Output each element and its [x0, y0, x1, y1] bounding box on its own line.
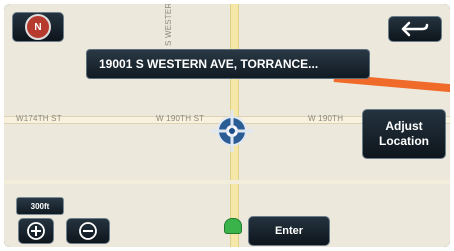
- zoom-out-button[interactable]: [66, 218, 110, 244]
- enter-button[interactable]: Enter: [248, 216, 330, 246]
- device-frame: W174TH ST W 190TH ST W 190TH S WESTERN A…: [0, 0, 454, 251]
- street-label-vertical: S WESTERN AVE: [164, 4, 173, 46]
- address-banner: 19001 S WESTERN AVE, TORRANCE...: [86, 49, 370, 79]
- map-screen: W174TH ST W 190TH ST W 190TH S WESTERN A…: [4, 4, 450, 247]
- zoom-in-button[interactable]: [18, 218, 54, 244]
- location-label: Location: [379, 134, 429, 148]
- compass-button[interactable]: N: [12, 12, 64, 42]
- crosshair-cursor-icon[interactable]: [209, 108, 255, 154]
- zoom-scale-label: 300ft: [16, 197, 64, 215]
- road-horizontal-lower: [4, 180, 450, 184]
- destination-marker-icon: [224, 218, 242, 234]
- street-label-west-center: W 190TH ST: [156, 114, 205, 123]
- back-arrow-icon: [401, 21, 429, 37]
- street-label-west-right: W 190TH: [308, 114, 344, 123]
- street-label-west-left: W174TH ST: [16, 114, 62, 123]
- back-button[interactable]: [388, 16, 442, 42]
- minus-icon: [79, 222, 97, 240]
- adjust-label: Adjust: [385, 119, 423, 133]
- compass-icon: N: [25, 14, 51, 40]
- map-view[interactable]: W174TH ST W 190TH ST W 190TH S WESTERN A…: [4, 4, 450, 247]
- plus-icon: [27, 222, 45, 240]
- adjust-location-button[interactable]: Adjust Location: [362, 109, 446, 159]
